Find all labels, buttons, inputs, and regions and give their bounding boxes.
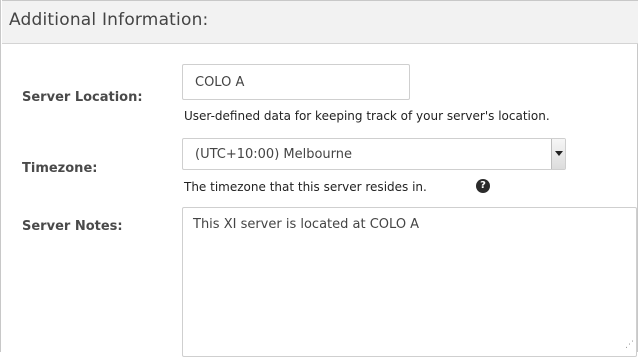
timezone-label: Timezone: — [22, 161, 98, 176]
dropdown-arrow-icon[interactable] — [551, 139, 565, 169]
server-notes-label: Server Notes: — [22, 219, 123, 234]
timezone-help-text: The timezone that this server resides in… — [184, 180, 427, 194]
panel-title: Additional Information: — [9, 10, 209, 30]
timezone-select[interactable]: (UTC+10:00) Melbourne — [182, 138, 566, 170]
question-circle-icon[interactable]: ? — [476, 179, 490, 193]
timezone-selected-value: (UTC+10:00) Melbourne — [195, 147, 353, 162]
server-location-help-text: User-defined data for keeping track of y… — [184, 109, 550, 123]
resize-grip-icon[interactable]: ⋰ — [625, 341, 634, 350]
server-notes-textarea[interactable]: This XI server is located at COLO A ⋰ — [182, 207, 637, 357]
server-location-label: Server Location: — [22, 90, 143, 105]
server-location-input[interactable]: COLO A — [182, 64, 410, 100]
panel-header: Additional Information: — [2, 0, 638, 44]
server-notes-text: This XI server is located at COLO A — [193, 217, 420, 232]
